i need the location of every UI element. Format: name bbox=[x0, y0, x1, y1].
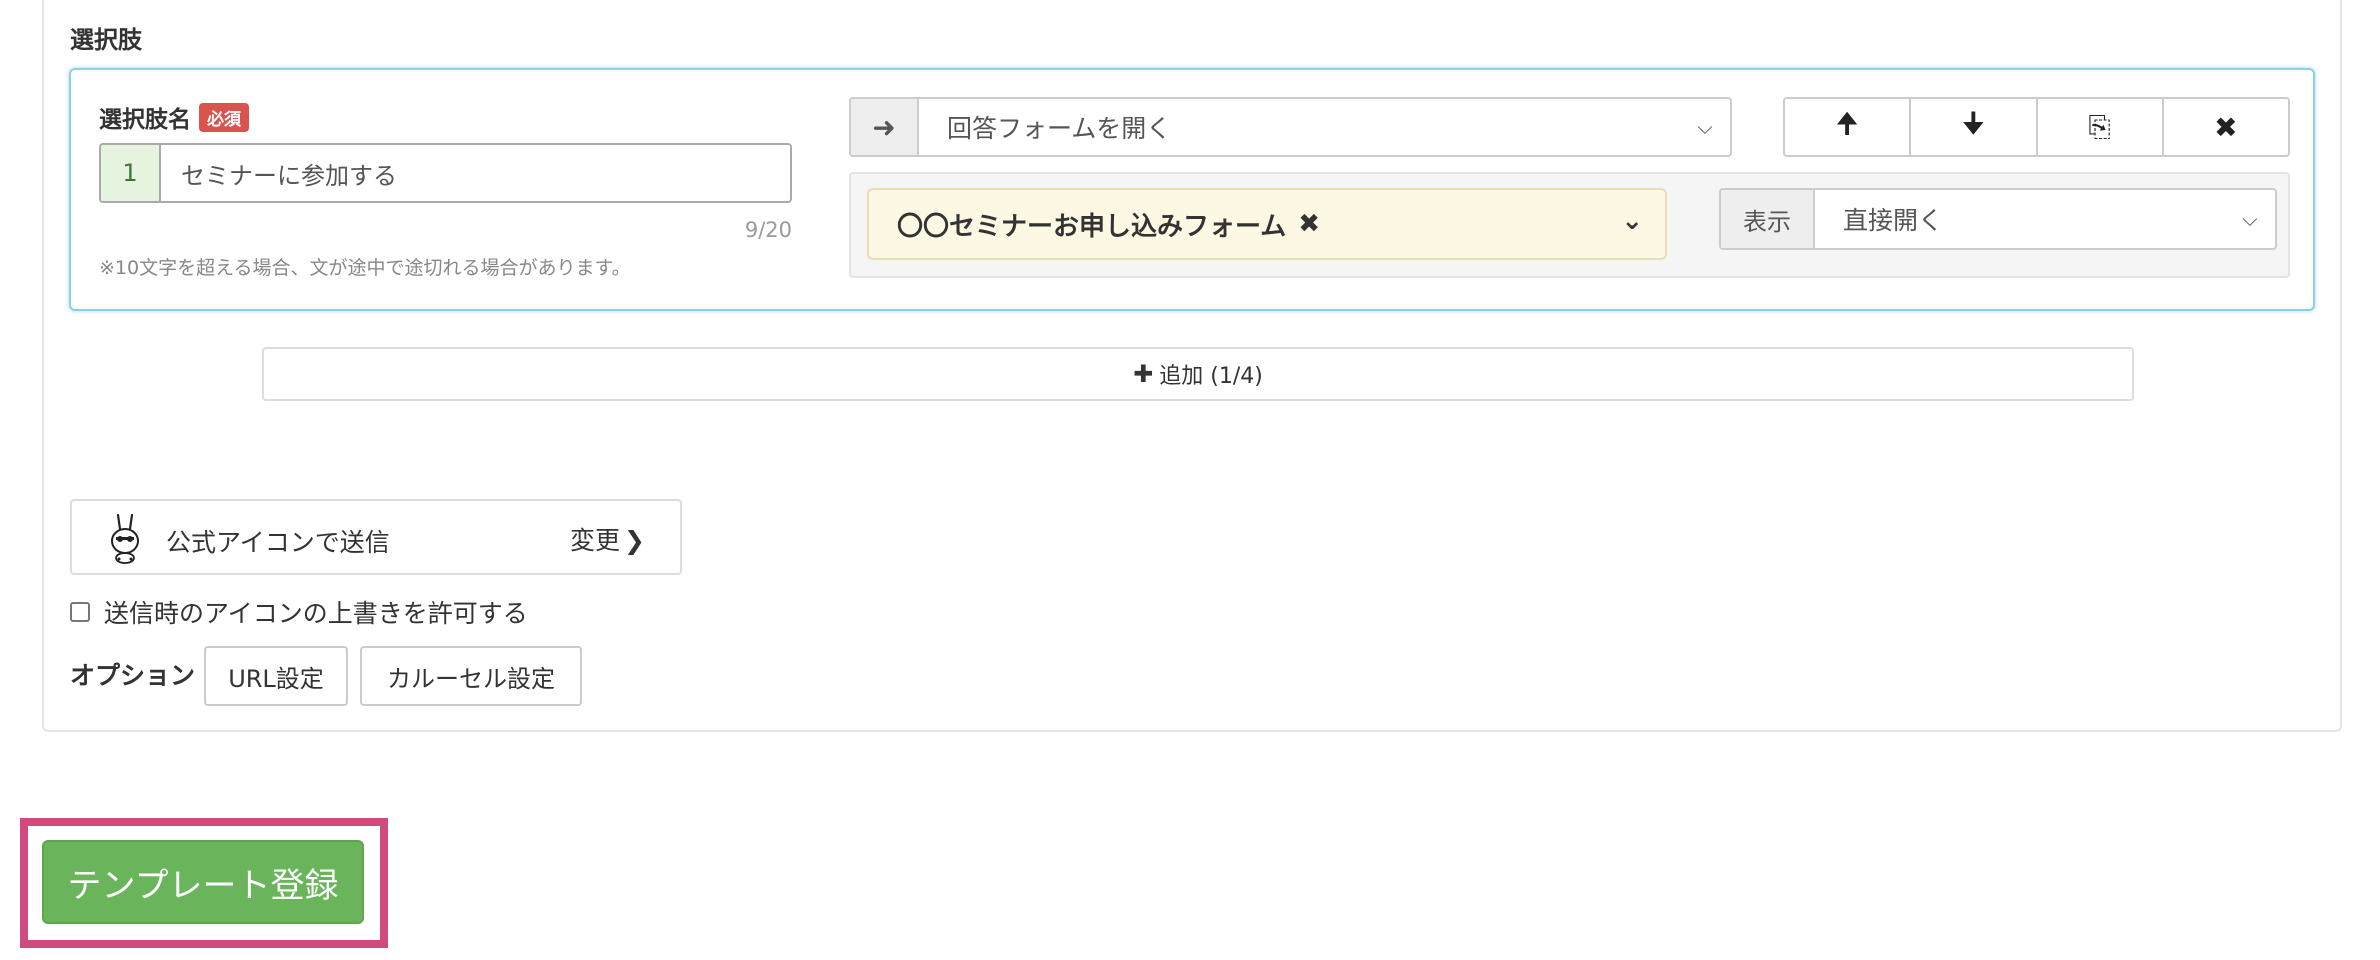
chevron-down-icon: ⌵ bbox=[2242, 207, 2258, 231]
section-title: 選択肢 bbox=[70, 26, 142, 54]
arrow-up-icon: 🠉 bbox=[1835, 107, 1859, 140]
carousel-settings-button[interactable]: カルーセル設定 bbox=[360, 646, 582, 706]
action-detail-panel: 〇〇セミナーお申し込みフォーム ✖ ⌄ 表示 直接開く ⌵ bbox=[849, 172, 2290, 278]
sender-icon-box: 公式アイコンで送信 変更 ❯ bbox=[70, 499, 682, 575]
choice-button-group: 🠉 🠋 ⎘ ✖ bbox=[1783, 97, 2290, 157]
override-icon-checkbox[interactable] bbox=[70, 602, 90, 622]
chevron-down-icon: ⌵ bbox=[1697, 115, 1713, 139]
delete-button[interactable]: ✖ bbox=[2163, 99, 2288, 155]
chevron-right-icon: ❯ bbox=[624, 526, 645, 555]
form-select-tag[interactable]: 〇〇セミナーお申し込みフォーム ✖ ⌄ bbox=[867, 188, 1667, 260]
override-icon-row: 送信時のアイコンの上書きを許可する bbox=[70, 594, 528, 630]
display-select-value: 直接開く bbox=[1843, 206, 1944, 235]
display-select[interactable]: 表示 直接開く ⌵ bbox=[1719, 188, 2277, 250]
sender-label: 公式アイコンで送信 bbox=[166, 528, 390, 557]
options-label: オプション bbox=[70, 661, 196, 690]
change-sender-link[interactable]: 変更 ❯ bbox=[570, 521, 645, 557]
chevron-down-icon[interactable]: ⌄ bbox=[1621, 206, 1643, 236]
choice-card: 選択肢名必須 1 9/20 ※10文字を超える場合、文が途中で途切れる場合があり… bbox=[69, 68, 2315, 311]
choice-name-input-group: 1 bbox=[99, 143, 792, 203]
close-icon: ✖ bbox=[2214, 110, 2238, 144]
plus-icon: ✚ bbox=[1133, 360, 1154, 388]
copy-button[interactable]: ⎘ bbox=[2037, 99, 2164, 155]
url-settings-button[interactable]: URL設定 bbox=[204, 646, 348, 706]
display-label: 表示 bbox=[1721, 190, 1815, 248]
bunny-avatar-icon bbox=[111, 513, 139, 564]
change-sender-label: 変更 bbox=[570, 526, 621, 555]
choice-name-input[interactable] bbox=[161, 145, 790, 201]
arrow-right-icon: ➜ bbox=[851, 99, 919, 155]
add-choice-label: 追加 (1/4) bbox=[1159, 364, 1263, 389]
required-badge: 必須 bbox=[199, 103, 249, 132]
move-down-button[interactable]: 🠋 bbox=[1911, 99, 2038, 155]
help-text: ※10文字を超える場合、文が途中で途切れる場合があります。 bbox=[99, 257, 631, 279]
choice-name-label-text: 選択肢名 bbox=[99, 107, 191, 133]
action-select[interactable]: ➜ 回答フォームを開く ⌵ bbox=[849, 97, 1732, 157]
choice-name-label: 選択肢名 必須 bbox=[99, 100, 249, 134]
char-count: 9/20 bbox=[744, 218, 792, 242]
form-tag-label: 〇〇セミナーお申し込みフォーム bbox=[897, 211, 1287, 242]
register-template-button[interactable]: テンプレート登録 bbox=[42, 840, 364, 924]
remove-icon[interactable]: ✖ bbox=[1298, 209, 1320, 239]
choice-index: 1 bbox=[101, 145, 161, 201]
paste-icon: ⎘ bbox=[2088, 110, 2111, 143]
arrow-down-icon: 🠋 bbox=[1961, 107, 1985, 140]
override-icon-label[interactable]: 送信時のアイコンの上書きを許可する bbox=[104, 594, 528, 630]
action-select-value: 回答フォームを開く bbox=[947, 114, 1172, 143]
add-choice-button[interactable]: ✚ 追加 (1/4) bbox=[262, 347, 2134, 401]
move-up-button[interactable]: 🠉 bbox=[1785, 99, 1912, 155]
